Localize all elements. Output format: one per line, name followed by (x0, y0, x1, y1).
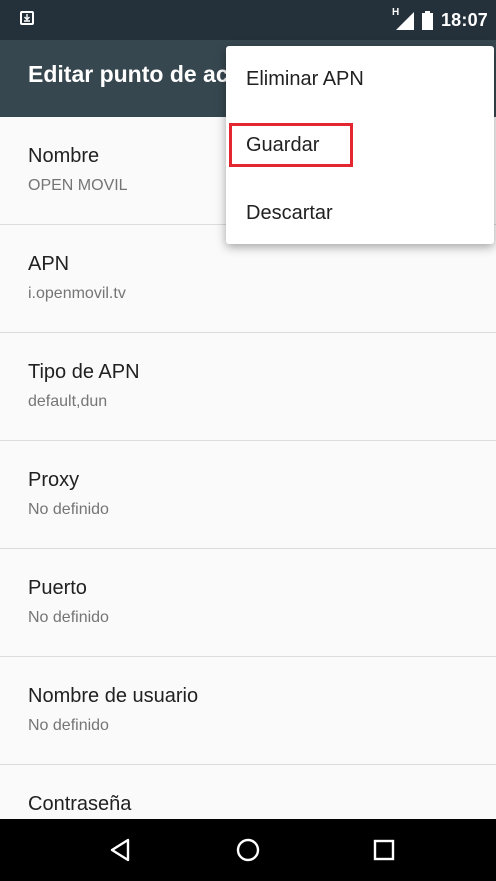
field-title: Proxy (28, 469, 80, 491)
menu-item-guardar[interactable]: Guardar (226, 118, 494, 174)
home-icon (236, 838, 260, 862)
field-title: Tipo de APN (28, 361, 140, 383)
field-proxy[interactable]: Proxy No definido (0, 441, 496, 549)
recents-button[interactable] (344, 819, 424, 881)
menu-item-eliminar-apn[interactable]: Eliminar APN (226, 52, 494, 108)
field-value: i.openmovil.tv (28, 285, 126, 302)
screen: H 18:07 Editar punto de acceso Nombre OP… (0, 0, 496, 881)
signal-icon: H (392, 7, 414, 30)
navigation-bar (0, 819, 496, 881)
field-tipo-de-apn[interactable]: Tipo de APN default,dun (0, 333, 496, 441)
field-value: No definido (28, 609, 109, 626)
field-value: default,dun (28, 393, 108, 410)
menu-item-label: Guardar (246, 134, 320, 156)
field-title: APN (28, 253, 70, 275)
field-title: Nombre de usuario (28, 685, 199, 707)
clock: 18:07 (440, 9, 488, 30)
field-nombre-de-usuario[interactable]: Nombre de usuario No definido (0, 657, 496, 765)
status-bar: H 18:07 (0, 0, 496, 40)
home-button[interactable] (208, 819, 288, 881)
field-value: OPEN MOVIL (28, 177, 128, 194)
field-title: Nombre (28, 145, 100, 167)
menu-item-label: Eliminar APN (246, 68, 364, 90)
download-notification-icon (20, 11, 34, 25)
field-value: No definido (28, 717, 109, 734)
back-icon (110, 838, 130, 862)
field-value: No definido (28, 501, 109, 518)
battery-icon (421, 10, 433, 30)
overflow-menu: Eliminar APN Guardar Descartar (226, 46, 494, 244)
field-title: Puerto (28, 577, 87, 599)
menu-item-label: Descartar (246, 202, 333, 224)
menu-item-descartar[interactable]: Descartar (226, 186, 494, 242)
field-puerto[interactable]: Puerto No definido (0, 549, 496, 657)
recents-icon (373, 839, 395, 861)
field-title: Contraseña (28, 793, 132, 815)
status-icons: H 18:07 (392, 0, 488, 40)
back-button[interactable] (80, 819, 160, 881)
